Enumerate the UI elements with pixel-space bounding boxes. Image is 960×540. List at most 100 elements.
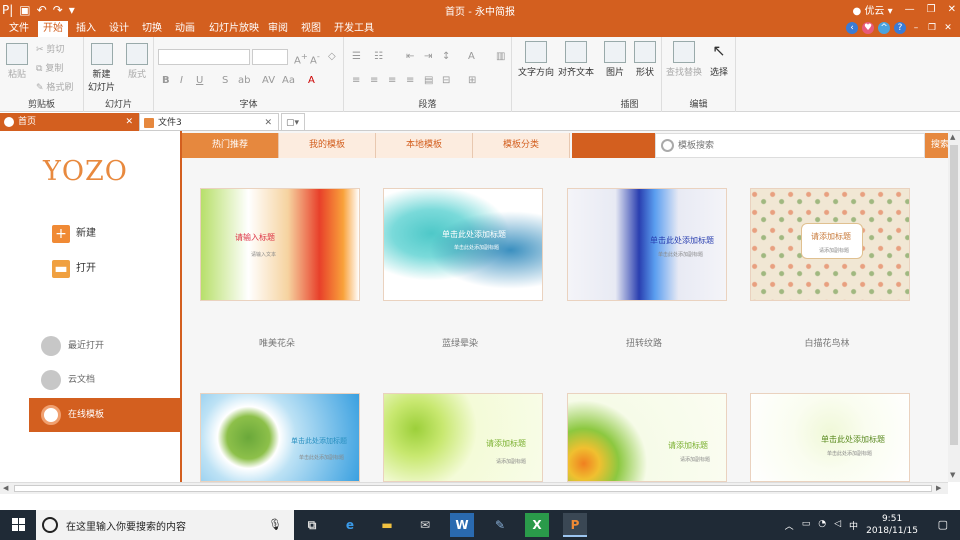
tab-home[interactable]: 开始 — [38, 21, 68, 37]
numbering-icon[interactable]: ☷ — [374, 51, 383, 62]
volume-icon[interactable]: ◁ — [834, 519, 841, 532]
scroll-down-icon[interactable]: ▼ — [950, 471, 955, 479]
new-button[interactable]: + 新建 — [52, 224, 96, 244]
paragraph-settings-icon[interactable]: ⊞ — [468, 75, 476, 86]
template-card[interactable]: 单击此处添加标题 单击此处添加副标题 — [383, 188, 543, 301]
file-explorer-icon[interactable]: ▬ — [375, 513, 399, 537]
skin-icon[interactable]: ♥ — [862, 22, 874, 34]
template-card[interactable]: 请添加标题 请添加副标题 — [750, 188, 910, 301]
template-card[interactable]: 请输入标题 请输入文本 — [200, 188, 360, 301]
align-center-icon[interactable]: ≡ — [370, 75, 378, 86]
taskbar-clock[interactable]: 9:51 2018/11/15 — [866, 513, 918, 537]
text-box-icon[interactable]: ⊟ — [442, 75, 450, 86]
increase-font-icon[interactable]: A+ — [294, 51, 308, 66]
text-direction-button[interactable]: 文字方向 — [518, 41, 554, 78]
line-spacing-icon[interactable]: ↕ — [442, 51, 450, 62]
tab-insert[interactable]: 插入 — [71, 21, 101, 37]
cloud-account[interactable]: ● 优云 ▾ — [853, 2, 893, 17]
minimize-button[interactable]: — — [905, 4, 915, 15]
task-view-icon[interactable]: ⧉ — [300, 513, 324, 537]
minimize-doc-icon[interactable]: – — [910, 22, 922, 34]
microphone-icon[interactable]: 🎙 — [268, 518, 282, 531]
doc-tab-file[interactable]: 文件3 ✕ — [139, 113, 279, 131]
find-replace-button[interactable]: 查找替换 — [666, 41, 702, 78]
increase-indent-icon[interactable]: ⇥ — [424, 51, 432, 62]
layout-button[interactable]: 版式 — [126, 43, 148, 80]
distribute-icon[interactable]: ▤ — [424, 75, 433, 86]
template-card[interactable]: 请添加标题 请添加副标题 — [383, 393, 543, 482]
align-left-icon[interactable]: ≡ — [352, 75, 360, 86]
scroll-left-icon[interactable]: ◀ — [3, 484, 8, 492]
text-effects-icon[interactable]: A — [468, 51, 475, 62]
template-card[interactable]: 单击此处添加标题 单击此处添加副标题 — [200, 393, 360, 482]
copy-button[interactable]: ⧉ 复制 — [36, 61, 63, 74]
align-right-icon[interactable]: ≡ — [388, 75, 396, 86]
nav-online-templates[interactable]: 在线模板 — [29, 398, 180, 432]
font-size-select[interactable] — [252, 49, 288, 65]
picture-button[interactable]: 图片 — [604, 41, 626, 78]
align-text-button[interactable]: 对齐文本 — [558, 41, 594, 78]
yozo-writer-icon[interactable]: W — [450, 513, 474, 537]
close-tab-icon[interactable]: ✕ — [125, 113, 133, 131]
windows-start-icon[interactable] — [12, 518, 26, 532]
doc-tab-home[interactable]: 首页 ✕ — [0, 113, 139, 131]
ime-indicator[interactable]: 中 — [849, 519, 858, 532]
tab-slideshow[interactable]: 幻灯片放映 — [204, 21, 264, 37]
tab-design[interactable]: 设计 — [104, 21, 134, 37]
back-icon[interactable]: ‹ — [846, 22, 858, 34]
tab-categories[interactable]: 模板分类 — [473, 133, 570, 158]
yozo-presentation-icon[interactable]: P — [563, 513, 587, 537]
new-slide-button[interactable]: 新建 幻灯片 — [88, 43, 115, 93]
bullets-icon[interactable]: ☰ — [352, 51, 361, 62]
network-icon[interactable]: ◔ — [818, 519, 826, 532]
decrease-indent-icon[interactable]: ⇤ — [406, 51, 414, 62]
scroll-right-icon[interactable]: ▶ — [936, 484, 941, 492]
template-card[interactable]: 单击此处添加标题 单击此处添加副标题 — [567, 188, 727, 301]
format-painter-button[interactable]: ✎ 格式刷 — [36, 80, 73, 93]
close-tab-icon[interactable]: ✕ — [264, 114, 272, 132]
horizontal-scroll-thumb[interactable] — [14, 485, 932, 492]
new-tab-button[interactable]: ▢▾ — [281, 113, 305, 131]
search-input[interactable] — [678, 138, 908, 154]
mail-icon[interactable]: ✉ — [413, 513, 437, 537]
vertical-scroll-thumb[interactable] — [950, 145, 958, 445]
tab-hot[interactable]: 热门推荐 — [182, 133, 279, 158]
edge-browser-icon[interactable]: e — [338, 513, 362, 537]
tab-developer[interactable]: 开发工具 — [329, 21, 379, 37]
decrease-font-icon[interactable]: A- — [310, 51, 320, 66]
bold-button[interactable]: B — [162, 75, 170, 86]
tab-animation[interactable]: 动画 — [170, 21, 200, 37]
show-hidden-icons[interactable]: ︿ — [785, 519, 794, 532]
font-color-icon[interactable]: A — [308, 75, 315, 86]
open-button[interactable]: ▬ 打开 — [52, 259, 96, 279]
clear-format-icon[interactable]: ◇ — [328, 51, 336, 62]
columns-icon[interactable]: ▥ — [496, 51, 505, 62]
nav-recent[interactable]: 最近打开 — [29, 329, 180, 363]
paint-icon[interactable]: ✎ — [488, 513, 512, 537]
vertical-scrollbar[interactable]: ▲ ▼ — [948, 131, 960, 482]
underline-button[interactable]: U — [196, 75, 203, 86]
nav-cloud-docs[interactable]: 云文档 — [29, 363, 180, 397]
cut-button[interactable]: ✂ 剪切 — [36, 42, 64, 55]
search-button[interactable]: 搜索 — [925, 133, 948, 158]
tab-file[interactable]: 文件 — [4, 21, 34, 37]
notification-icon[interactable]: ▢ — [938, 518, 948, 531]
tab-view[interactable]: 视图 — [296, 21, 326, 37]
horizontal-scrollbar[interactable]: ◀ ▶ — [0, 482, 948, 494]
char-spacing-icon[interactable]: AV — [262, 75, 275, 86]
paste-button[interactable]: 粘贴 — [6, 43, 28, 80]
italic-button[interactable]: I — [180, 75, 183, 86]
taskbar-search[interactable]: 在这里输入你要搜索的内容 🎙 — [36, 510, 294, 540]
shadow-icon[interactable]: ab — [238, 75, 250, 86]
tab-review[interactable]: 审阅 — [263, 21, 293, 37]
battery-icon[interactable]: ▭ — [802, 519, 811, 532]
close-doc-icon[interactable]: ✕ — [942, 22, 954, 34]
select-button[interactable]: ↖ 选择 — [708, 41, 730, 78]
change-case-icon[interactable]: Aa — [282, 75, 295, 86]
help-icon[interactable]: ? — [894, 22, 906, 34]
template-card[interactable]: 请添加标题 请添加副标题 — [567, 393, 727, 482]
restore-button[interactable]: ❐ — [927, 4, 936, 15]
tab-local-templates[interactable]: 本地模板 — [376, 133, 473, 158]
template-card[interactable]: 单击此处添加标题 单击此处添加副标题 — [750, 393, 910, 482]
close-button[interactable]: ✕ — [948, 4, 956, 15]
